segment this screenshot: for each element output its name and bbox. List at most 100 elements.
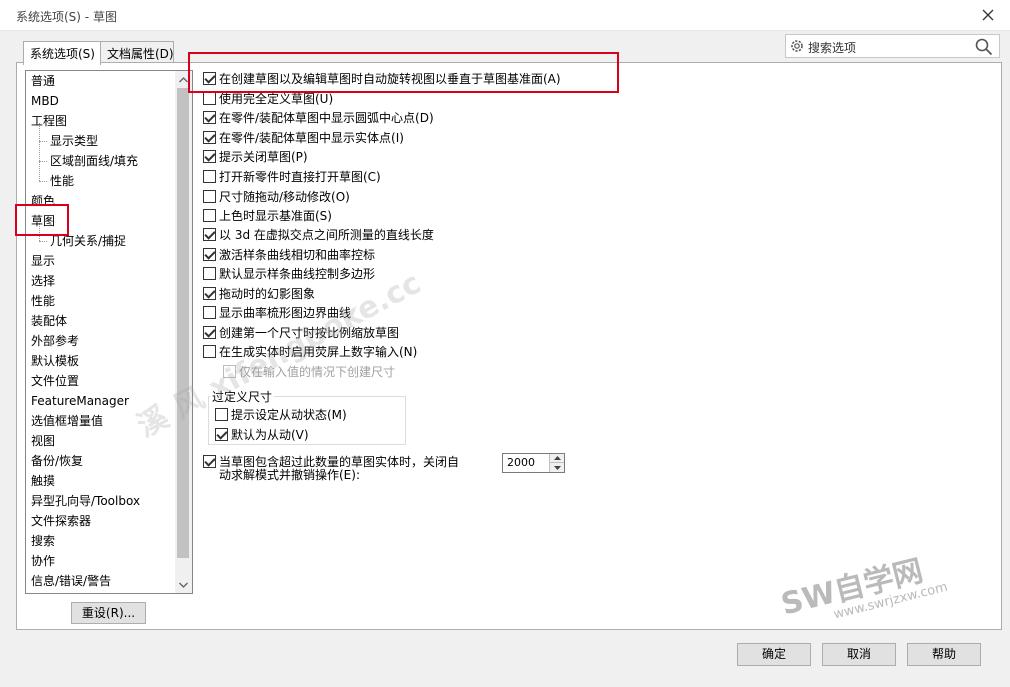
option-row[interactable]: 在生成实体时启用荧屏上数字输入(N) [203,342,417,360]
scrollbar-thumb[interactable] [177,88,189,558]
tree-item-touch[interactable]: 触摸 [31,471,55,491]
tree-item-assemblies[interactable]: 装配体 [31,311,67,331]
tree-item-collaboration[interactable]: 协作 [31,551,55,571]
option-row[interactable]: 以 3d 在虚拟交点之间所测量的直线长度 [203,225,434,243]
tree-item-search[interactable]: 搜索 [31,531,55,551]
option-row[interactable]: 提示关闭草图(P) [203,147,308,165]
options-tree: 普通 MBD 工程图 显示类型 区域剖面线/填充 性能 颜色 草图 几何关系/捕… [25,70,193,594]
option-row[interactable]: 尺寸随拖动/移动修改(O) [203,187,350,205]
tree-scrollbar[interactable] [175,71,192,593]
tree-item-backup-recover[interactable]: 备份/恢复 [31,451,83,471]
option-label: 在零件/装配体草图中显示圆弧中心点(D) [219,110,434,125]
option-checkbox[interactable] [203,286,216,300]
tab-system-options[interactable]: 系统选项(S) [23,41,101,65]
help-button[interactable]: 帮助 [907,643,981,666]
option-checkbox[interactable] [203,247,216,261]
tree-item-featuremanager[interactable]: FeatureManager [31,391,129,411]
spin-down-icon[interactable] [550,463,564,472]
tree-item-spin-box-increments[interactable]: 选值框增量值 [31,411,103,431]
option-checkbox[interactable] [215,427,228,441]
tree-item-selection[interactable]: 选择 [31,271,55,291]
tree-item-drawings[interactable]: 工程图 [31,111,67,131]
option-checkbox[interactable] [203,305,216,319]
option-label: 动求解模式并撤销操作(E): [219,467,360,482]
option-label: 提示设定从动状态(M) [231,407,347,422]
entity-limit-spinbox[interactable]: 2000 [502,453,565,473]
tree-item-messages-errors-warnings[interactable]: 信息/错误/警告 [31,571,111,591]
option-row[interactable]: 创建第一个尺寸时按比例缩放草图 [203,323,399,341]
tree-item-performance[interactable]: 性能 [31,291,55,311]
option-row[interactable]: 上色时显示基准面(S) [203,206,332,224]
option-checkbox[interactable] [223,364,236,378]
tab-document-properties[interactable]: 文档属性(D) [100,41,174,63]
tree-branch-line [39,241,47,242]
tree-guide-line [39,123,40,181]
option-checkbox[interactable] [203,130,216,144]
option-checkbox[interactable] [203,266,216,280]
option-row[interactable]: 仅在输入值的情况下创建尺寸 [223,362,395,380]
tree-branch-line [39,141,47,142]
option-label: 上色时显示基准面(S) [219,208,332,223]
option-row[interactable]: 在零件/装配体草图中显示实体点(I) [203,128,404,146]
tree-item-mbd[interactable]: MBD [31,91,59,111]
option-row[interactable]: 拖动时的幻影图象 [203,284,315,302]
highlight-box-option [188,52,619,93]
tree-item-area-hatch[interactable]: 区域剖面线/填充 [50,151,138,171]
close-button[interactable] [972,2,1004,28]
option-row[interactable]: 激活样条曲线相切和曲率控标 [203,245,375,263]
spinner-buttons [549,454,564,472]
tree-item-hole-wizard-toolbox[interactable]: 异型孔向导/Toolbox [31,491,140,511]
tree-item-view[interactable]: 视图 [31,431,55,451]
option-label: 拖动时的幻影图象 [219,286,316,301]
option-checkbox[interactable] [203,227,216,241]
option-label: 默认为从动(V) [231,427,309,442]
window-title: 系统选项(S) - 草图 [16,10,117,24]
option-checkbox[interactable] [215,407,228,421]
option-label: 创建第一个尺寸时按比例缩放草图 [219,325,400,340]
search-options-box[interactable]: 搜索选项 [785,34,1000,58]
option-checkbox[interactable] [203,454,216,468]
search-icon[interactable] [975,38,993,59]
tree-item-file-explorer[interactable]: 文件探索器 [31,511,91,531]
option-checkbox[interactable] [203,149,216,163]
search-input[interactable]: 搜索选项 [808,39,856,56]
option-row[interactable]: 提示设定从动状态(M) [215,405,347,423]
option-checkbox[interactable] [203,189,216,203]
ok-button[interactable]: 确定 [737,643,811,666]
option-checkbox[interactable] [203,208,216,222]
tree-item-drawing-performance[interactable]: 性能 [50,171,74,191]
overdefined-group-title: 过定义尺寸 [210,388,275,405]
option-row[interactable]: 打开新零件时直接打开草图(C) [203,167,381,185]
option-checkbox[interactable] [203,169,216,183]
option-checkbox[interactable] [203,91,216,105]
option-row[interactable]: 默认显示样条曲线控制多边形 [203,264,375,282]
tree-item-external-references[interactable]: 外部参考 [31,331,79,351]
option-label: 默认显示样条曲线控制多边形 [219,266,376,281]
option-label: 打开新零件时直接打开草图(C) [219,169,381,184]
option-label: 显示曲率梳形图边界曲线 [219,305,352,320]
option-row[interactable]: 在零件/装配体草图中显示圆弧中心点(D) [203,108,434,126]
option-label: 在生成实体时启用荧屏上数字输入(N) [219,344,418,359]
gear-icon[interactable] [789,38,805,57]
option-row[interactable]: 默认为从动(V) [215,425,309,443]
reset-button[interactable]: 重设(R)... [71,602,146,624]
tree-item-default-templates[interactable]: 默认模板 [31,351,79,371]
tree-item-display-style[interactable]: 显示类型 [50,131,98,151]
option-label: 仅在输入值的情况下创建尺寸 [239,364,396,379]
option-checkbox[interactable] [203,344,216,358]
option-label: 提示关闭草图(P) [219,149,308,164]
tree-branch-line [39,181,47,182]
cancel-button[interactable]: 取消 [822,643,896,666]
tree-item-file-locations[interactable]: 文件位置 [31,371,79,391]
scroll-down-arrow-icon[interactable] [175,576,192,593]
tree-item-display[interactable]: 显示 [31,251,55,271]
highlight-box-sketch [15,204,69,236]
option-label: 激活样条曲线相切和曲率控标 [219,247,376,262]
spin-up-icon[interactable] [550,454,564,463]
tree-item-general[interactable]: 普通 [31,71,55,91]
option-label: 以 3d 在虚拟交点之间所测量的直线长度 [219,227,434,242]
entity-limit-value[interactable]: 2000 [507,456,535,469]
option-row[interactable]: 显示曲率梳形图边界曲线 [203,303,351,321]
option-checkbox[interactable] [203,110,216,124]
option-checkbox[interactable] [203,325,216,339]
